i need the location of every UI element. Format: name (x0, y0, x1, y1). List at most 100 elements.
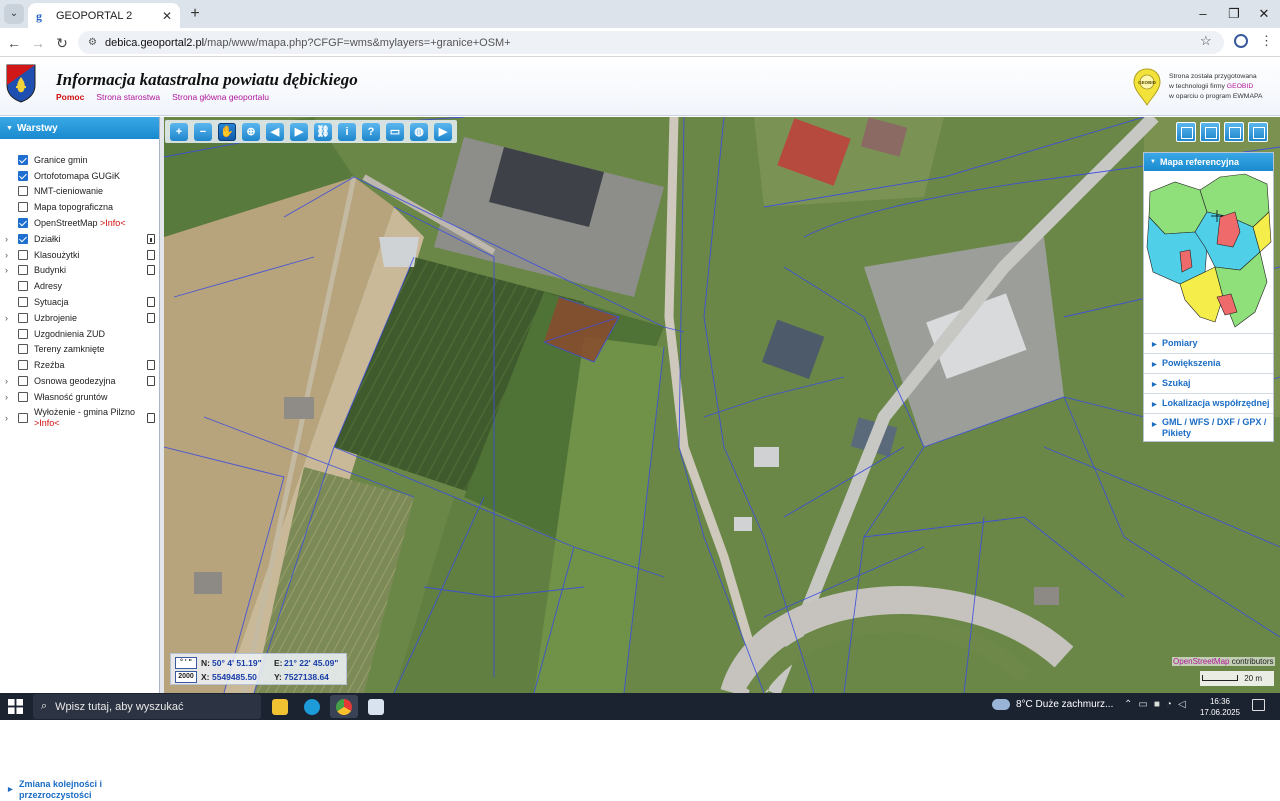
reload-button[interactable]: ↻ (52, 33, 72, 53)
download-doc-icon[interactable] (147, 233, 155, 244)
layer-info-link[interactable]: >Info< (34, 418, 60, 428)
measure-button[interactable]: ▭ (383, 121, 407, 142)
layer-checkbox[interactable] (18, 391, 28, 402)
expand-chevron-icon[interactable]: › (5, 250, 13, 260)
legend-doc-icon[interactable] (147, 312, 155, 323)
degrees-format-button[interactable]: ° ' " (175, 657, 197, 669)
expand-chevron-icon[interactable]: › (5, 376, 13, 386)
layer-checkbox[interactable] (18, 312, 28, 323)
layer-row[interactable]: Sytuacja (0, 294, 158, 310)
geoportal-home-link[interactable]: Strona główna geoportalu (172, 92, 269, 102)
legend-doc-icon[interactable] (147, 412, 155, 423)
back-arrow-button[interactable]: ◀ (263, 121, 287, 142)
layer-row[interactable]: › Działki (0, 231, 158, 247)
layout-right-panel-icon[interactable] (1248, 122, 1268, 142)
layer-checkbox[interactable] (18, 281, 28, 292)
panel-item-locate-coordinate[interactable]: ▶ Lokalizacja współrzędnej (1144, 393, 1273, 413)
layout-full-icon[interactable] (1176, 122, 1196, 142)
layer-checkbox[interactable] (18, 360, 28, 371)
panel-item-export[interactable]: ▶ GML / WFS / DXF / GPX / Pikiety (1144, 413, 1273, 441)
layer-row[interactable]: › Uzbrojenie (0, 310, 158, 326)
windows-start-icon[interactable] (8, 699, 23, 714)
weather-widget[interactable]: 8°C Duże zachmurz... (992, 699, 1113, 710)
tab-search-button[interactable]: ⌄ (4, 4, 24, 24)
layer-checkbox[interactable] (18, 297, 28, 308)
expand-chevron-icon[interactable]: › (5, 265, 13, 275)
globe-button[interactable]: ◍ (407, 121, 431, 142)
layer-checkbox[interactable] (18, 202, 28, 213)
starostwo-link[interactable]: Strona starostwa (96, 92, 160, 102)
layer-row[interactable]: › Osnowa geodezyjna (0, 373, 158, 389)
forward-arrow-button[interactable]: ▶ (287, 121, 311, 142)
layer-row[interactable]: Ortofotomapa GUGiK (0, 168, 158, 184)
url-input[interactable]: ⚙ debica.geoportal2.pl /map/www/mapa.php… (78, 31, 1224, 54)
layer-checkbox[interactable] (18, 154, 28, 165)
layout-left-panel-icon[interactable] (1200, 122, 1220, 142)
layer-row[interactable]: › Własność gruntów (0, 389, 158, 405)
tray-volume-icon[interactable]: ◁ (1178, 699, 1186, 710)
reorder-transparency-link[interactable]: ▶ Zmiana kolejności i przezroczystości (0, 779, 158, 801)
layer-checkbox[interactable] (18, 412, 28, 423)
layer-row[interactable]: Adresy (0, 278, 158, 294)
layer-checkbox[interactable] (18, 265, 28, 276)
layer-row[interactable]: Granice gmin (0, 152, 158, 168)
panel-item-search[interactable]: ▶ Szukaj (1144, 373, 1273, 393)
layer-checkbox[interactable] (18, 328, 28, 339)
browser-menu-icon[interactable]: ⋮ (1260, 33, 1273, 49)
close-window-button[interactable]: ✕ (1249, 4, 1279, 24)
legend-doc-icon[interactable] (147, 249, 155, 260)
taskbar-chrome[interactable] (330, 695, 358, 718)
layer-info-link[interactable]: >Info< (100, 218, 126, 228)
layers-panel-header[interactable]: ▼ Warstwy (0, 117, 159, 139)
identify-parcel-button[interactable]: ? (359, 121, 383, 142)
zoom-out-button[interactable]: − (191, 121, 215, 142)
layer-row[interactable]: › Wyłożenie - gmina Pilzno >Info< (0, 405, 158, 431)
close-tab-icon[interactable]: ✕ (162, 9, 172, 23)
back-button[interactable]: ← (4, 33, 24, 53)
layer-row[interactable]: Rzeźba (0, 357, 158, 373)
expand-chevron-icon[interactable]: › (5, 392, 13, 402)
notifications-icon[interactable] (1252, 699, 1265, 711)
new-tab-button[interactable]: + (186, 5, 204, 23)
legend-doc-icon[interactable] (147, 265, 155, 276)
layer-row[interactable]: NMT-cieniowanie (0, 184, 158, 200)
orthophoto-map[interactable] (164, 117, 1280, 693)
map-view[interactable] (164, 117, 1280, 693)
bookmark-star-icon[interactable]: ☆ (1200, 33, 1212, 49)
panel-item-measure[interactable]: ▶ Pomiary (1144, 333, 1273, 353)
panel-item-zooms[interactable]: ▶ Powiększenia (1144, 353, 1273, 373)
layer-checkbox[interactable] (18, 376, 28, 387)
taskbar-edge[interactable] (298, 695, 326, 718)
geobid-link[interactable]: GEOBID (1227, 83, 1253, 90)
layout-swap-icon[interactable] (1224, 122, 1244, 142)
taskbar-clock[interactable]: 16:36 17.06.2025 (1198, 696, 1242, 718)
layer-row[interactable]: Mapa topograficzna (0, 199, 158, 215)
osm-link[interactable]: OpenStreetMap (1173, 657, 1229, 666)
pan-hand-button[interactable]: ✋ (215, 121, 239, 142)
layer-row[interactable]: OpenStreetMap >Info< (0, 215, 158, 231)
layer-checkbox[interactable] (18, 344, 28, 355)
layer-checkbox[interactable] (18, 233, 28, 244)
zoom-in-button[interactable]: + (167, 121, 191, 142)
tray-chevron-icon[interactable]: ⌃ (1124, 699, 1132, 710)
profile-icon[interactable] (1234, 34, 1248, 48)
crs-2000-button[interactable]: 2000 (175, 671, 197, 683)
minimize-button[interactable]: – (1188, 4, 1218, 24)
taskbar-file-explorer[interactable] (266, 695, 294, 718)
camera-button[interactable]: ▶ (431, 121, 455, 142)
zoom-extent-button[interactable]: ⊕ (239, 121, 263, 142)
layer-checkbox[interactable] (18, 249, 28, 260)
legend-doc-icon[interactable] (147, 297, 155, 308)
layer-checkbox[interactable] (18, 218, 28, 229)
site-info-icon[interactable]: ⚙ (88, 37, 97, 48)
link-button[interactable]: ⛓ (311, 121, 335, 142)
expand-chevron-icon[interactable]: › (5, 313, 13, 323)
layer-row[interactable]: Uzgodnienia ZUD (0, 326, 158, 342)
tray-wifi-icon[interactable]: ◔ (1166, 699, 1172, 710)
layer-checkbox[interactable] (18, 170, 28, 181)
reference-map-header[interactable]: ▼ Mapa referencyjna (1144, 153, 1273, 171)
layer-row[interactable]: › Klasoużytki (0, 247, 158, 263)
reference-map[interactable] (1145, 172, 1273, 331)
forward-button[interactable]: → (28, 33, 48, 53)
help-link[interactable]: Pomoc (56, 92, 84, 102)
